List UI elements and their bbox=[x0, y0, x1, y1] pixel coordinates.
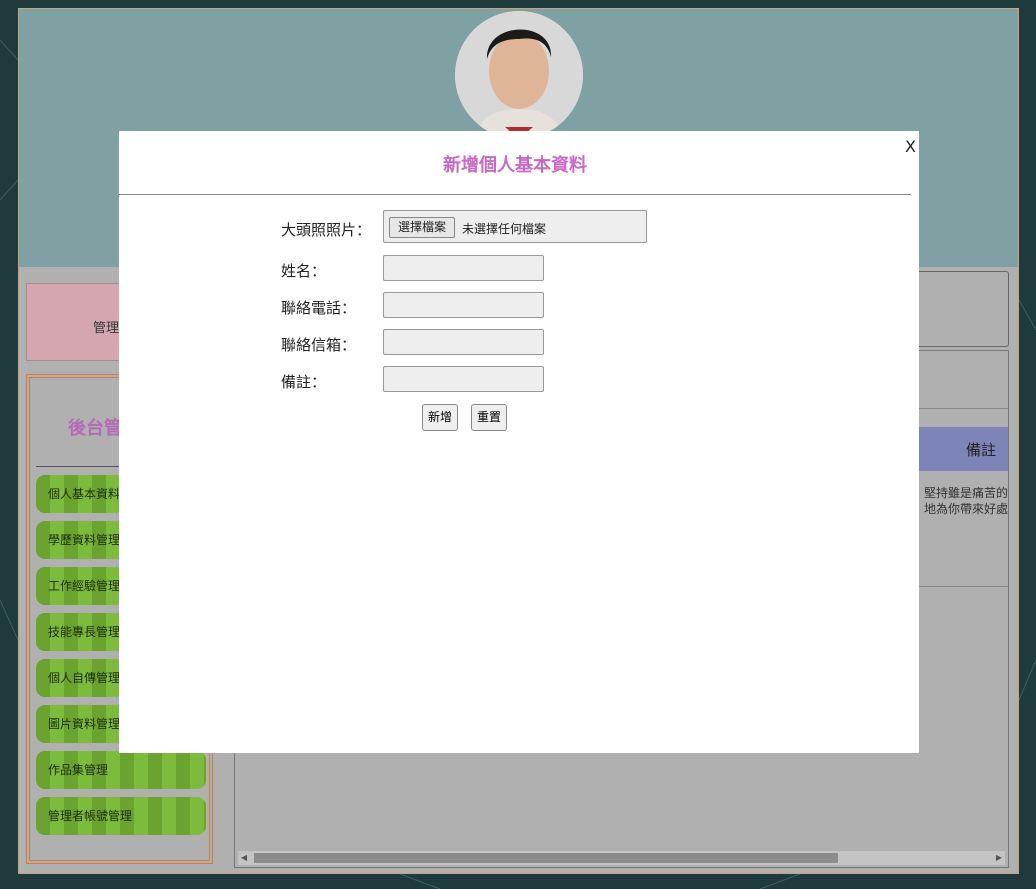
add-profile-modal: X 新增個人基本資料 大頭照照片： 選擇檔案 未選擇任何檔案 姓名： 聯絡電話：… bbox=[119, 131, 919, 753]
email-input[interactable] bbox=[383, 329, 544, 355]
phone-label: 聯絡電話： bbox=[281, 299, 357, 317]
menu-item-admin-accounts[interactable]: 管理者帳號管理 bbox=[36, 797, 206, 835]
scrollbar-thumb[interactable] bbox=[254, 853, 838, 863]
profile-photo bbox=[455, 11, 583, 139]
photo-label: 大頭照照片： bbox=[281, 221, 372, 239]
table-header-note: 備註 bbox=[965, 441, 996, 459]
login-text: 管理 bbox=[93, 321, 120, 336]
submit-button[interactable]: 新增 bbox=[422, 404, 459, 431]
horizontal-scrollbar[interactable]: ◀ ▶ bbox=[238, 851, 1005, 865]
choose-file-button[interactable]: 選擇檔案 bbox=[389, 217, 456, 238]
note-input[interactable] bbox=[383, 366, 544, 392]
table-cell-note: 堅持雖是痛苦的 地為你帶來好處 bbox=[923, 486, 1008, 516]
name-input[interactable] bbox=[383, 255, 544, 281]
modal-title: 新增個人基本資料 bbox=[443, 155, 587, 176]
modal-divider bbox=[119, 194, 911, 195]
photo-file-input[interactable]: 選擇檔案 未選擇任何檔案 bbox=[383, 210, 647, 243]
note-label: 備註： bbox=[281, 373, 327, 391]
name-label: 姓名： bbox=[281, 262, 327, 280]
phone-input[interactable] bbox=[383, 292, 544, 318]
file-status-text: 未選擇任何檔案 bbox=[462, 222, 547, 236]
reset-button[interactable]: 重置 bbox=[471, 404, 508, 431]
scroll-left-icon[interactable]: ◀ bbox=[238, 851, 250, 865]
email-label: 聯絡信箱： bbox=[281, 336, 357, 354]
menu-title: 後台管 bbox=[68, 418, 122, 439]
scroll-right-icon[interactable]: ▶ bbox=[993, 851, 1005, 865]
menu-item-portfolio[interactable]: 作品集管理 bbox=[36, 751, 206, 789]
